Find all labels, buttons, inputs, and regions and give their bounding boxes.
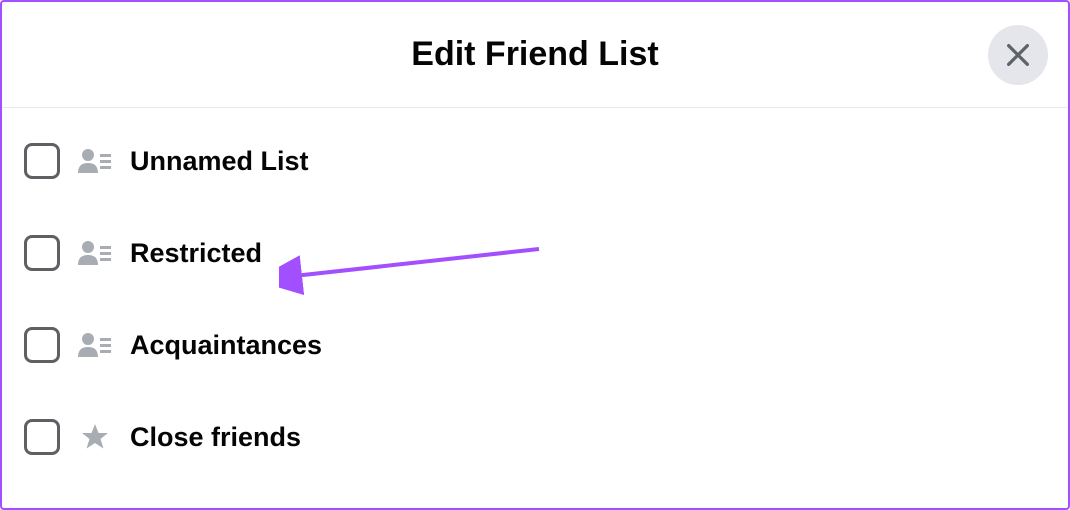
friend-list-icon bbox=[78, 239, 112, 267]
checkbox-restricted[interactable] bbox=[24, 235, 60, 271]
edit-friend-list-dialog: Edit Friend List Unnamed List bbox=[0, 0, 1070, 510]
list-item-unnamed[interactable]: Unnamed List bbox=[24, 138, 1046, 184]
list-item-acquaintances[interactable]: Acquaintances bbox=[24, 322, 1046, 368]
item-label: Unnamed List bbox=[130, 146, 309, 177]
item-label: Close friends bbox=[130, 422, 301, 453]
friend-list-icon bbox=[78, 331, 112, 359]
list-item-close-friends[interactable]: Close friends bbox=[24, 414, 1046, 460]
dialog-title: Edit Friend List bbox=[411, 35, 658, 74]
dialog-header: Edit Friend List bbox=[2, 2, 1068, 108]
friend-list-icon bbox=[78, 147, 112, 175]
close-button[interactable] bbox=[988, 25, 1048, 85]
item-label: Restricted bbox=[130, 238, 262, 269]
friend-list-options: Unnamed List Restricted bbox=[2, 108, 1068, 490]
checkbox-unnamed[interactable] bbox=[24, 143, 60, 179]
list-item-restricted[interactable]: Restricted bbox=[24, 230, 1046, 276]
item-label: Acquaintances bbox=[130, 330, 322, 361]
star-icon bbox=[78, 423, 112, 451]
close-icon bbox=[1004, 41, 1032, 69]
checkbox-close-friends[interactable] bbox=[24, 419, 60, 455]
checkbox-acquaintances[interactable] bbox=[24, 327, 60, 363]
